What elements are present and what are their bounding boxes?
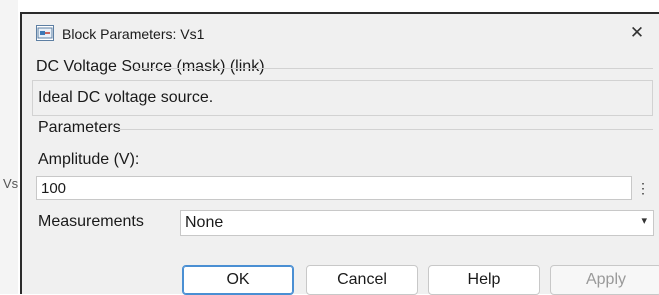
background-canvas bbox=[0, 0, 18, 294]
background-block-label: Vs bbox=[3, 176, 19, 191]
amplitude-input[interactable] bbox=[36, 176, 632, 200]
help-button[interactable]: Help bbox=[428, 265, 540, 295]
simulink-block-icon bbox=[36, 25, 54, 41]
block-parameters-dialog: Block Parameters: Vs1 ✕ DC Voltage Sourc… bbox=[20, 12, 659, 295]
amplitude-label: Amplitude (V): bbox=[38, 151, 140, 168]
title-bar[interactable]: Block Parameters: Vs1 ✕ bbox=[22, 14, 659, 54]
ok-button[interactable]: OK bbox=[182, 265, 294, 295]
description-box: Ideal DC voltage source. bbox=[32, 80, 653, 116]
parameters-separator bbox=[118, 129, 653, 130]
mask-title-separator bbox=[134, 68, 653, 69]
measurements-dropdown[interactable]: None ▾ bbox=[180, 210, 654, 236]
apply-button[interactable]: Apply bbox=[550, 265, 659, 295]
cancel-button[interactable]: Cancel bbox=[306, 265, 418, 295]
parameters-section-title: Parameters bbox=[38, 119, 121, 136]
block-description: Ideal DC voltage source. bbox=[38, 89, 214, 106]
mask-title: DC Voltage Source (mask) (link) bbox=[36, 58, 265, 75]
measurements-selected-value: None bbox=[185, 214, 224, 231]
more-options-icon[interactable]: ⋮ bbox=[636, 177, 650, 199]
dialog-title: Block Parameters: Vs1 bbox=[62, 26, 205, 42]
chevron-down-icon[interactable]: ▾ bbox=[641, 214, 647, 227]
close-icon[interactable]: ✕ bbox=[625, 21, 649, 45]
measurements-label: Measurements bbox=[38, 213, 144, 230]
